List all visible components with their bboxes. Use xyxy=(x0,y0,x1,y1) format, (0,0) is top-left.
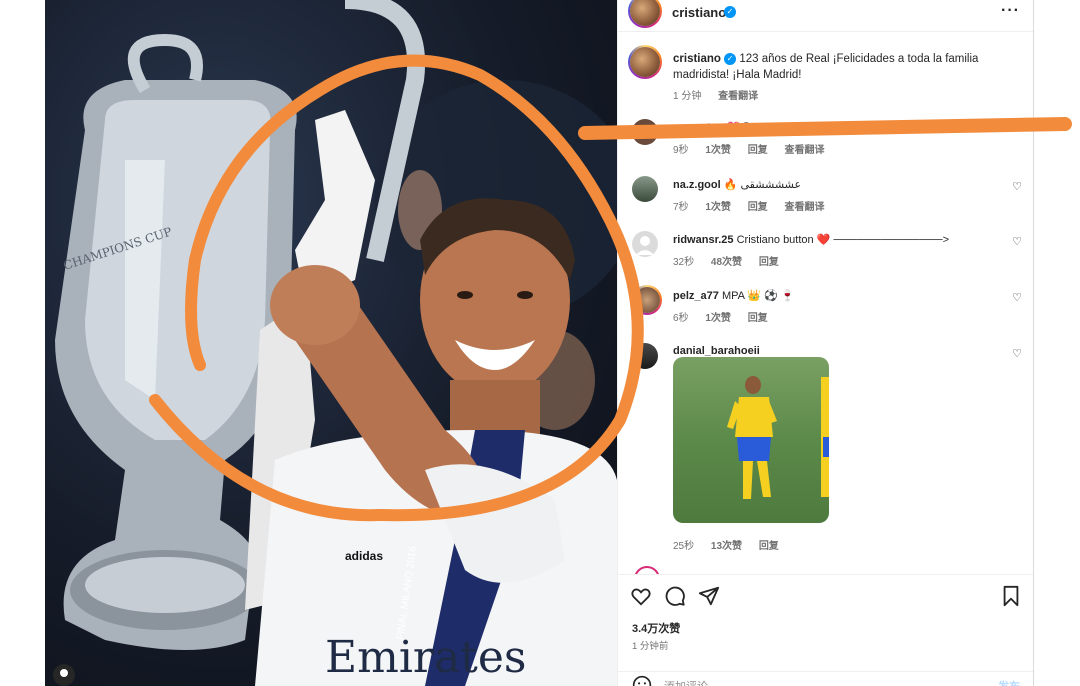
add-comment-input[interactable]: 添加评论… xyxy=(664,678,719,686)
reply-button[interactable]: 回复 xyxy=(759,257,779,268)
comment-meta: 7秒 1次赞 回复 查看翻译 xyxy=(673,198,838,213)
more-dots-icon[interactable]: ··· xyxy=(1001,2,1020,20)
caption-time: 1 分钟 xyxy=(673,91,702,102)
posted-time: 1 分钟前 xyxy=(632,641,669,652)
comment-body: na.z.gool 🔥 عششششقی xyxy=(673,178,801,191)
heart-icon[interactable] xyxy=(630,585,652,607)
comment-time: 9秒 xyxy=(673,145,689,156)
panel-border xyxy=(1033,0,1034,686)
comment-likes[interactable]: 48次赞 xyxy=(711,257,742,268)
comment-text: MPA 👑 ⚽ 🍷 xyxy=(721,290,795,302)
add-comment-bar: 添加评论… 发布 xyxy=(618,671,1034,686)
bookmark-icon[interactable] xyxy=(1000,585,1022,607)
comment-meta: 32秒 48次赞 回复 xyxy=(673,253,793,268)
author-avatar[interactable] xyxy=(628,0,662,28)
comment-text: 💖😊 ...Kaoda...ral xyxy=(726,122,818,134)
commenter-username[interactable]: na.z.gool xyxy=(673,179,721,191)
post-side-panel: cristiano ✓ ··· cristiano ✓ 123 años de … xyxy=(617,0,1034,686)
comment-like-heart-icon[interactable]: ♡ xyxy=(1012,291,1022,304)
comment-image[interactable] xyxy=(673,357,829,523)
post-photo-art: Emirates adidas FINAL MILANO 2016 CHAMPI… xyxy=(55,0,617,686)
comment-body: oggy_696 💖😊 ...Kaoda...ral xyxy=(673,121,817,134)
commenter-avatar[interactable] xyxy=(632,176,658,202)
commenter-username[interactable]: oggy_696 xyxy=(673,122,724,134)
comment-body: ridwansr.25 Cristiano button ❤️ ────────… xyxy=(673,233,949,246)
caption: cristiano ✓ 123 años de Real ¡Felicidade… xyxy=(673,51,1003,105)
comment-meta: 6秒 1次赞 回复 xyxy=(673,309,782,324)
commenter-username[interactable]: danial_barahoeii xyxy=(673,345,760,357)
post-actions: 3.4万次赞 1 分钟前 添加评论… 发布 xyxy=(618,574,1034,686)
comment-time: 6秒 xyxy=(673,313,689,324)
comment-body: pelz_a77 MPA 👑 ⚽ 🍷 xyxy=(673,289,795,302)
comment-like-heart-icon[interactable]: ♡ xyxy=(1012,235,1022,248)
comment-likes[interactable]: 1次赞 xyxy=(705,145,731,156)
comment-body: danial_barahoeii xyxy=(673,345,760,357)
comment-likes[interactable]: 1次赞 xyxy=(705,313,731,324)
reply-button[interactable]: 回复 xyxy=(748,145,768,156)
reply-button[interactable]: 回复 xyxy=(748,202,768,213)
translate-link[interactable]: 查看翻译 xyxy=(784,145,824,156)
translate-link[interactable]: 查看翻译 xyxy=(718,91,758,102)
post-photo[interactable]: Emirates adidas FINAL MILANO 2016 CHAMPI… xyxy=(45,0,617,686)
jersey-brand: adidas xyxy=(345,549,383,563)
jersey-sponsor-text: Emirates xyxy=(325,632,526,683)
paper-plane-icon[interactable] xyxy=(698,585,720,607)
comment-text: 🔥 عششششقی xyxy=(723,179,802,191)
commenter-avatar[interactable] xyxy=(632,119,658,145)
comment-likes[interactable]: 13次赞 xyxy=(711,541,742,552)
comment-icon[interactable] xyxy=(664,585,686,607)
commenter-avatar[interactable] xyxy=(632,343,658,369)
comment-like-heart-icon[interactable]: ♡ xyxy=(1012,347,1022,360)
commenter-avatar[interactable] xyxy=(632,231,658,257)
verified-badge-icon: ✓ xyxy=(724,52,737,65)
commenter-avatar[interactable] xyxy=(632,285,662,315)
translate-link[interactable]: 查看翻译 xyxy=(784,202,824,213)
author-username[interactable]: cristiano xyxy=(672,5,726,20)
comment-like-heart-icon[interactable]: ♡ xyxy=(1012,180,1022,193)
emoji-smile-icon[interactable] xyxy=(632,675,652,686)
next-comment-avatar xyxy=(634,566,660,574)
caption-avatar[interactable] xyxy=(628,45,662,79)
commenter-username[interactable]: pelz_a77 xyxy=(673,290,719,302)
comment-time: 7秒 xyxy=(673,202,689,213)
reply-button[interactable]: 回复 xyxy=(759,541,779,552)
verified-badge-icon: ✓ xyxy=(724,6,736,18)
post-header: cristiano ✓ ··· xyxy=(618,0,1034,32)
commenter-username[interactable]: ridwansr.25 xyxy=(673,234,734,246)
likes-count[interactable]: 3.4万次赞 xyxy=(632,620,680,636)
comment-meta: 25秒 13次赞 回复 xyxy=(673,537,793,552)
comment-time: 32秒 xyxy=(673,257,695,268)
comment-meta: 9秒 1次赞 回复 查看翻译 xyxy=(673,141,838,156)
comment-likes[interactable]: 1次赞 xyxy=(705,202,731,213)
post-comment-button[interactable]: 发布 xyxy=(998,678,1020,686)
tagged-users-icon[interactable] xyxy=(53,664,75,686)
reply-button[interactable]: 回复 xyxy=(748,313,768,324)
comment-time: 25秒 xyxy=(673,541,695,552)
comment-text: Cristiano button ❤️ ──────────────> xyxy=(736,234,949,246)
caption-username[interactable]: cristiano xyxy=(673,53,721,65)
